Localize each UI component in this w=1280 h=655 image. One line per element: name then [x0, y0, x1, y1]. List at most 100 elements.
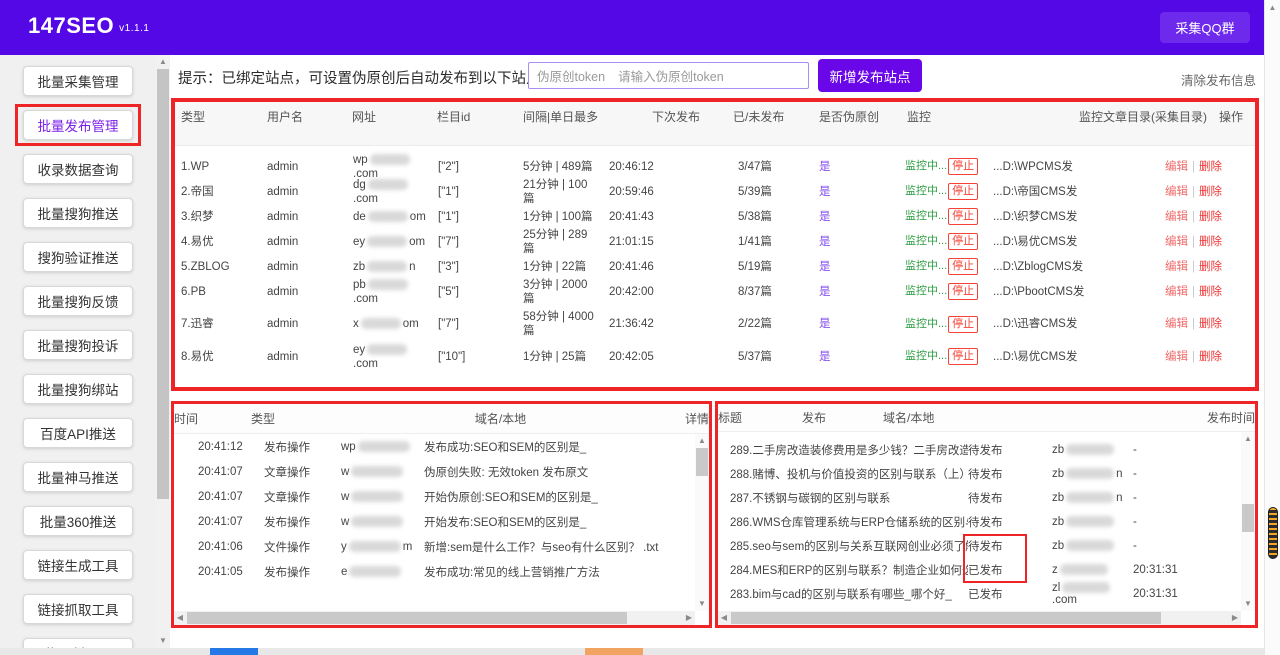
page-scrollbar[interactable]: ▲ — [1264, 0, 1280, 655]
log-detail-cell: 伪原创失败: 无效token 发布原文 — [424, 464, 709, 480]
scroll-up-icon[interactable]: ▲ — [156, 56, 170, 68]
log-rows: 20:41:12 发布操作 wp 发布成功:SEO和SEM的区别是_ 20:41… — [174, 434, 709, 584]
edit-link[interactable]: 编辑 — [1165, 161, 1188, 173]
log-hscroll-thumb[interactable] — [187, 612, 627, 624]
sidebar-item[interactable]: 批量搜狗反馈 — [23, 286, 133, 316]
stop-monitor-button[interactable]: 停止 — [948, 348, 978, 365]
titles-vertical-scrollbar[interactable]: ▲ ▼ — [1241, 432, 1255, 611]
edit-link[interactable]: 编辑 — [1165, 351, 1188, 363]
bottom-taskbar-edge — [0, 648, 1264, 655]
content-scrollbar-thumb[interactable] — [157, 69, 169, 499]
redacted-domain — [1066, 540, 1114, 551]
brand-logo: 147SEOv1.1.1 — [28, 13, 149, 39]
site-pseudo-cell: 是 — [819, 285, 905, 299]
sidebar-item[interactable]: 收录数据查询 — [23, 154, 133, 184]
sidebar-item[interactable]: 搜狗验证推送 — [23, 242, 133, 272]
clear-publish-info-link[interactable]: 清除发布信息 — [1181, 70, 1256, 89]
redacted-domain — [351, 491, 403, 502]
edit-link[interactable]: 编辑 — [1165, 186, 1188, 198]
log-vertical-scrollbar[interactable]: ▲ ▼ — [695, 434, 709, 611]
delete-link[interactable]: 删除 — [1199, 186, 1222, 198]
edit-link[interactable]: 编辑 — [1165, 286, 1188, 298]
delete-link[interactable]: 删除 — [1199, 211, 1222, 223]
site-url-cell: eyom — [353, 235, 438, 249]
delete-link[interactable]: 删除 — [1199, 318, 1222, 330]
sidebar-item[interactable]: 百度API推送 — [23, 418, 133, 448]
sidebar-item[interactable]: 链接抓取工具 — [23, 594, 133, 624]
publish-sites-table: 类型用户名网址栏目id间隔|单日最多下次发布已/未发布是否伪原创监控监控文章目录… — [171, 98, 1259, 391]
scroll-right-icon[interactable]: ▶ — [683, 611, 695, 625]
stop-monitor-button[interactable]: 停止 — [948, 283, 978, 300]
publish-status-cell: 待发布 — [968, 490, 1052, 506]
scroll-right-icon[interactable]: ▶ — [1229, 611, 1241, 625]
scroll-down-icon[interactable]: ▼ — [156, 635, 170, 647]
sites-column-header: 间隔|单日最多 — [523, 110, 652, 145]
delete-link[interactable]: 删除 — [1199, 236, 1222, 248]
scroll-down-icon[interactable]: ▼ — [1241, 598, 1255, 610]
title-domain-cell: zbn — [1052, 468, 1133, 480]
site-monitor-cell: 监控中...停止 — [905, 316, 993, 333]
article-titles-panel: 标题发布域名/本地发布时间 289.二手房改造装修费用是多少钱？二手房改造装修.… — [715, 401, 1258, 628]
log-type-cell: 发布操作 — [264, 514, 341, 530]
titles-hscroll-thumb[interactable] — [731, 612, 1161, 624]
delete-link[interactable]: 删除 — [1199, 286, 1222, 298]
titles-horizontal-scrollbar[interactable]: ◀ ▶ — [718, 611, 1241, 625]
add-publish-site-button[interactable]: 新增发布站点 — [818, 59, 922, 92]
stop-monitor-button[interactable]: 停止 — [948, 208, 978, 225]
publish-status-cell: 已发布 — [968, 562, 1052, 578]
sidebar-item[interactable]: 链接生成工具 — [23, 550, 133, 580]
redacted-domain — [367, 344, 407, 355]
edit-link[interactable]: 编辑 — [1165, 236, 1188, 248]
content-scrollbar[interactable]: ▲ ▼ — [156, 55, 170, 648]
edit-link[interactable]: 编辑 — [1165, 261, 1188, 273]
log-detail-cell: 开始伪原创:SEO和SEM的区别是_ — [424, 489, 709, 505]
stop-monitor-button[interactable]: 停止 — [948, 258, 978, 275]
edit-link[interactable]: 编辑 — [1165, 318, 1188, 330]
site-column-id-cell: ["7"] — [438, 317, 523, 331]
scroll-down-icon[interactable]: ▼ — [695, 598, 709, 610]
page-scrollbar-thumb[interactable] — [1268, 507, 1278, 559]
sidebar-item[interactable]: 批量搜狗推送 — [23, 198, 133, 228]
delete-link[interactable]: 删除 — [1199, 261, 1222, 273]
log-horizontal-scrollbar[interactable]: ◀ ▶ — [174, 611, 695, 625]
site-user-cell: admin — [267, 185, 353, 199]
sidebar-item[interactable]: 批量搜狗绑站 — [23, 374, 133, 404]
titles-vscroll-thumb[interactable] — [1242, 504, 1254, 532]
stop-monitor-button[interactable]: 停止 — [948, 183, 978, 200]
edit-link[interactable]: 编辑 — [1165, 211, 1188, 223]
stop-monitor-button[interactable]: 停止 — [948, 158, 978, 175]
publish-time-cell: - — [1133, 540, 1255, 552]
scroll-up-icon[interactable]: ▲ — [1241, 433, 1255, 445]
site-directory-cell: ...D:\WPCMS发 — [993, 160, 1165, 174]
sidebar-item[interactable]: 批量神马推送 — [23, 462, 133, 492]
sidebar-item[interactable]: 伪原创工具 — [23, 638, 133, 648]
qq-group-button[interactable]: 采集QQ群 — [1160, 12, 1250, 43]
log-vscroll-thumb[interactable] — [696, 448, 708, 476]
log-domain-cell: w — [341, 466, 424, 478]
monitoring-status: 监控中... — [905, 260, 947, 272]
site-directory-cell: ...D:\迅睿CMS发 — [993, 317, 1165, 331]
scroll-left-icon[interactable]: ◀ — [718, 611, 730, 625]
site-pseudo-cell: 是 — [819, 350, 905, 364]
site-actions-cell: 编辑|删除 — [1165, 160, 1255, 174]
log-detail-cell: 发布成功:常见的线上营销推广方法 — [424, 564, 709, 580]
stop-monitor-button[interactable]: 停止 — [948, 316, 978, 333]
redacted-domain — [1066, 516, 1114, 527]
log-domain-cell: ym — [341, 541, 424, 553]
stop-monitor-button[interactable]: 停止 — [948, 233, 978, 250]
delete-link[interactable]: 删除 — [1199, 351, 1222, 363]
sites-column-header: 是否伪原创 — [819, 110, 907, 145]
sidebar-item-label: 批量搜狗反馈 — [38, 291, 119, 311]
sites-column-header: 类型 — [181, 110, 267, 145]
scroll-up-icon[interactable]: ▲ — [1265, 2, 1280, 14]
sidebar-item[interactable]: 批量采集管理 — [23, 66, 133, 96]
site-published-cell: 5/19篇 — [738, 260, 819, 274]
sidebar-item[interactable]: 批量发布管理 — [23, 110, 133, 140]
sidebar-item[interactable]: 批量搜狗投诉 — [23, 330, 133, 360]
delete-link[interactable]: 删除 — [1199, 161, 1222, 173]
pseudo-token-input[interactable]: 伪原创token 请输入伪原创token — [528, 62, 809, 89]
site-column-id-cell: ["7"] — [438, 235, 523, 249]
scroll-left-icon[interactable]: ◀ — [174, 611, 186, 625]
scroll-up-icon[interactable]: ▲ — [695, 435, 709, 447]
sidebar-item[interactable]: 批量360推送 — [23, 506, 133, 536]
